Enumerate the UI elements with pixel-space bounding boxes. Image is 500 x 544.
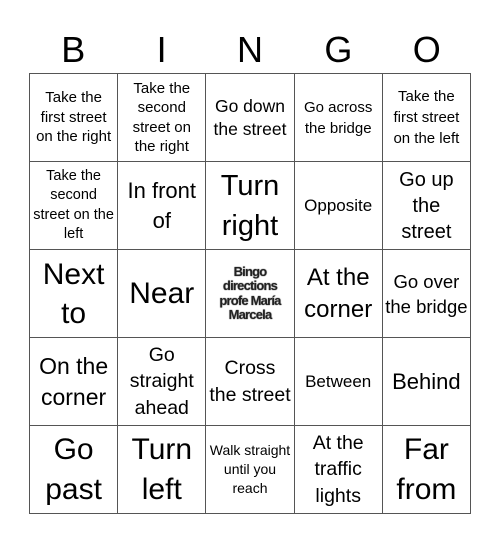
bingo-cell-text: Go across the bridge xyxy=(304,98,373,137)
bingo-cell[interactable]: In front of xyxy=(118,162,207,250)
bingo-cell-text: Far from xyxy=(396,432,457,506)
header-letter-i: I xyxy=(156,29,167,70)
bingo-board: Take the first street on the right Take t… xyxy=(29,73,471,514)
bingo-cell-text: Between xyxy=(305,371,372,391)
bingo-cell-text: At the traffic lights xyxy=(312,431,364,507)
header-letter-b: B xyxy=(61,29,86,70)
bingo-cell[interactable]: Walk straight until you reach xyxy=(206,426,295,514)
bingo-cell[interactable]: Go over the bridge xyxy=(382,250,471,338)
bingo-cell-text: Bingo directions profe María Marcela xyxy=(219,263,281,322)
bingo-cell[interactable]: Take the first street on the right xyxy=(30,74,119,162)
bingo-cell[interactable]: Turn left xyxy=(118,426,207,514)
bingo-cell-text: Next to xyxy=(42,257,105,330)
bingo-cell[interactable]: At the traffic lights xyxy=(294,426,383,514)
bingo-cell[interactable]: Far from xyxy=(382,426,471,514)
bingo-cell-text: Go past xyxy=(45,432,102,506)
bingo-cell-text: Go straight ahead xyxy=(129,343,194,419)
bingo-cell-text: Take the second street on the left xyxy=(33,167,114,243)
bingo-cell-text: Turn left xyxy=(131,432,193,506)
bingo-cell-text: On the corner xyxy=(39,352,109,410)
bingo-cell[interactable]: Between xyxy=(294,338,383,426)
header-letter-n: N xyxy=(236,29,263,70)
bingo-cell[interactable]: At the corner xyxy=(294,250,383,338)
bingo-cell[interactable]: Behind xyxy=(382,338,471,426)
bingo-cell-text: Take the first street on the right xyxy=(36,89,112,146)
bingo-cell-text: In front of xyxy=(127,177,197,233)
bingo-cell-text: Turn right xyxy=(220,169,280,242)
bingo-cell-text: Walk straight until you reach xyxy=(209,442,291,496)
bingo-cell-text: Take the second street on the right xyxy=(132,79,191,156)
bingo-cell-text: Go over the bridge xyxy=(385,270,468,317)
bingo-cell[interactable]: Next to xyxy=(30,250,119,338)
bingo-cell[interactable]: Take the first street on the left xyxy=(382,74,471,162)
bingo-cell[interactable]: Take the second street on the right xyxy=(118,74,207,162)
bingo-cell[interactable]: Near xyxy=(118,250,207,338)
bingo-free-cell[interactable]: Bingo directions profe María Marcela xyxy=(206,250,295,338)
bingo-cell[interactable]: Go past xyxy=(30,426,119,514)
bingo-cell-text: Behind xyxy=(392,368,461,394)
bingo-cell-text: Go up the street xyxy=(399,168,454,243)
bingo-cell[interactable]: On the corner xyxy=(30,338,119,426)
bingo-cell-text: Near xyxy=(129,276,195,310)
bingo-cell[interactable]: Go down the street xyxy=(206,74,295,162)
bingo-cell[interactable]: Cross the street xyxy=(206,338,295,426)
bingo-cell[interactable]: Go across the bridge xyxy=(294,74,383,162)
bingo-cell[interactable]: Take the second street on the left xyxy=(30,162,119,250)
header-letter-g: G xyxy=(324,29,353,70)
bingo-cell-text: Take the first street on the left xyxy=(393,88,460,147)
bingo-cell-text: Cross the street xyxy=(209,357,291,406)
bingo-cell[interactable]: Turn right xyxy=(206,162,295,250)
bingo-header: B I N G O xyxy=(29,30,471,70)
bingo-cell[interactable]: Go up the street xyxy=(382,162,471,250)
bingo-cell-text: Go down the street xyxy=(213,95,287,139)
bingo-cell[interactable]: Opposite xyxy=(294,162,383,250)
bingo-cell-text: At the corner xyxy=(304,263,373,323)
bingo-cell[interactable]: Go straight ahead xyxy=(118,338,207,426)
header-letter-o: O xyxy=(412,29,441,70)
bingo-cell-text: Opposite xyxy=(304,195,373,215)
